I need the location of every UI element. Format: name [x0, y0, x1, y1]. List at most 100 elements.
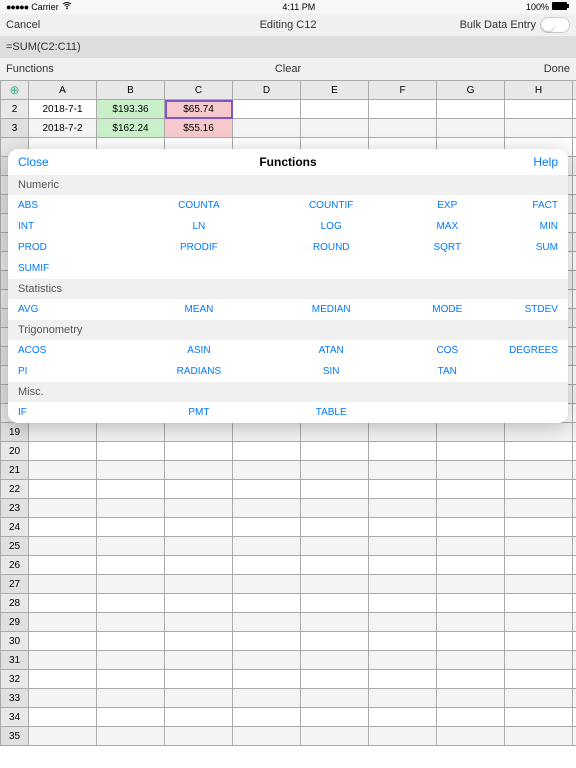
row-header[interactable]: 21	[1, 461, 29, 480]
table-row[interactable]: 30	[1, 632, 576, 651]
function-if[interactable]: IF	[18, 407, 131, 418]
function-mode[interactable]: MODE	[396, 304, 499, 315]
row-header[interactable]: 31	[1, 651, 29, 670]
cell[interactable]: $162.24	[97, 119, 165, 138]
row-header[interactable]: 22	[1, 480, 29, 499]
add-icon[interactable]: ⊕	[1, 81, 29, 100]
table-row[interactable]: 35	[1, 727, 576, 746]
cell[interactable]: $55.16	[165, 119, 233, 138]
row-header[interactable]: 32	[1, 670, 29, 689]
table-row[interactable]: 24	[1, 518, 576, 537]
col-header[interactable]: B	[97, 81, 165, 100]
function-row: IFPMTTABLE	[8, 402, 568, 423]
table-row[interactable]: 23	[1, 499, 576, 518]
function-asin[interactable]: ASIN	[131, 345, 266, 356]
function-cos[interactable]: COS	[396, 345, 499, 356]
row-header[interactable]: 28	[1, 594, 29, 613]
status-bar: ●●●●● Carrier 4:11 PM 100%	[0, 0, 576, 14]
close-button[interactable]: Close	[18, 155, 49, 169]
function-sin[interactable]: SIN	[266, 366, 396, 377]
function-sum[interactable]: SUM	[499, 242, 558, 253]
function-fact[interactable]: FACT	[499, 200, 558, 211]
function-prodif[interactable]: PRODIF	[131, 242, 266, 253]
row-header[interactable]: 26	[1, 556, 29, 575]
col-header[interactable]: H	[505, 81, 573, 100]
wifi-icon	[62, 2, 72, 12]
table-row[interactable]: 29	[1, 613, 576, 632]
row-header[interactable]: 19	[1, 423, 29, 442]
table-row[interactable]: 2 2018-7-1 $193.36 $65.74	[1, 100, 576, 119]
function-countif[interactable]: COUNTIF	[266, 200, 396, 211]
col-header[interactable]: D	[233, 81, 301, 100]
col-header[interactable]: E	[301, 81, 369, 100]
section-header: Trigonometry	[8, 320, 568, 340]
cell[interactable]: 2018-7-1	[29, 100, 97, 119]
function-row: ACOSASINATANCOSDEGREES	[8, 340, 568, 361]
row-header[interactable]: 20	[1, 442, 29, 461]
table-row[interactable]: 26	[1, 556, 576, 575]
row-header[interactable]: 2	[1, 100, 29, 119]
row-header[interactable]: 29	[1, 613, 29, 632]
bulk-toggle[interactable]	[540, 17, 570, 33]
function-tan[interactable]: TAN	[396, 366, 499, 377]
function-atan[interactable]: ATAN	[266, 345, 396, 356]
bulk-label: Bulk Data Entry	[460, 19, 536, 31]
function-row: INTLNLOGMAXMIN	[8, 216, 568, 237]
table-row[interactable]: 22	[1, 480, 576, 499]
cell[interactable]: $193.36	[97, 100, 165, 119]
clear-button[interactable]: Clear	[0, 63, 576, 75]
function-sumif[interactable]: SUMIF	[18, 263, 131, 274]
function-prod[interactable]: PROD	[18, 242, 131, 253]
row-header[interactable]: 24	[1, 518, 29, 537]
function-min[interactable]: MIN	[499, 221, 558, 232]
row-header[interactable]: 27	[1, 575, 29, 594]
function-table[interactable]: TABLE	[266, 407, 396, 418]
table-row[interactable]: 21	[1, 461, 576, 480]
table-row[interactable]: 32	[1, 670, 576, 689]
row-header[interactable]: 35	[1, 727, 29, 746]
cell[interactable]: 2018-7-2	[29, 119, 97, 138]
function-row: PRODPRODIFROUNDSQRTSUM	[8, 237, 568, 258]
function-stdev[interactable]: STDEV	[499, 304, 558, 315]
table-row[interactable]: 20	[1, 442, 576, 461]
help-button[interactable]: Help	[533, 155, 558, 169]
function-counta[interactable]: COUNTA	[131, 200, 266, 211]
function-pi[interactable]: PI	[18, 366, 131, 377]
function-max[interactable]: MAX	[396, 221, 499, 232]
row-header[interactable]: 23	[1, 499, 29, 518]
cancel-button[interactable]: Cancel	[6, 19, 40, 31]
col-header[interactable]: C	[165, 81, 233, 100]
function-mean[interactable]: MEAN	[131, 304, 266, 315]
function-avg[interactable]: AVG	[18, 304, 131, 315]
table-row[interactable]: 3 2018-7-2 $162.24 $55.16	[1, 119, 576, 138]
function-exp[interactable]: EXP	[396, 200, 499, 211]
function-degrees[interactable]: DEGREES	[499, 345, 558, 356]
row-header[interactable]: 30	[1, 632, 29, 651]
col-header[interactable]: F	[369, 81, 437, 100]
table-row[interactable]: 31	[1, 651, 576, 670]
function-acos[interactable]: ACOS	[18, 345, 131, 356]
cell[interactable]: $65.74	[165, 100, 233, 119]
table-row[interactable]: 19	[1, 423, 576, 442]
table-row[interactable]: 27	[1, 575, 576, 594]
formula-bar[interactable]: =SUM(C2:C11)	[0, 36, 576, 58]
col-header[interactable]: G	[437, 81, 505, 100]
row-header[interactable]: 3	[1, 119, 29, 138]
function-int[interactable]: INT	[18, 221, 131, 232]
function-ln[interactable]: LN	[131, 221, 266, 232]
row-header[interactable]: 25	[1, 537, 29, 556]
row-header[interactable]: 33	[1, 689, 29, 708]
function-abs[interactable]: ABS	[18, 200, 131, 211]
function-median[interactable]: MEDIAN	[266, 304, 396, 315]
row-header[interactable]: 34	[1, 708, 29, 727]
function-round[interactable]: ROUND	[266, 242, 396, 253]
function-pmt[interactable]: PMT	[131, 407, 266, 418]
function-sqrt[interactable]: SQRT	[396, 242, 499, 253]
table-row[interactable]: 25	[1, 537, 576, 556]
table-row[interactable]: 28	[1, 594, 576, 613]
function-log[interactable]: LOG	[266, 221, 396, 232]
col-header[interactable]: A	[29, 81, 97, 100]
table-row[interactable]: 34	[1, 708, 576, 727]
table-row[interactable]: 33	[1, 689, 576, 708]
function-radians[interactable]: RADIANS	[131, 366, 266, 377]
